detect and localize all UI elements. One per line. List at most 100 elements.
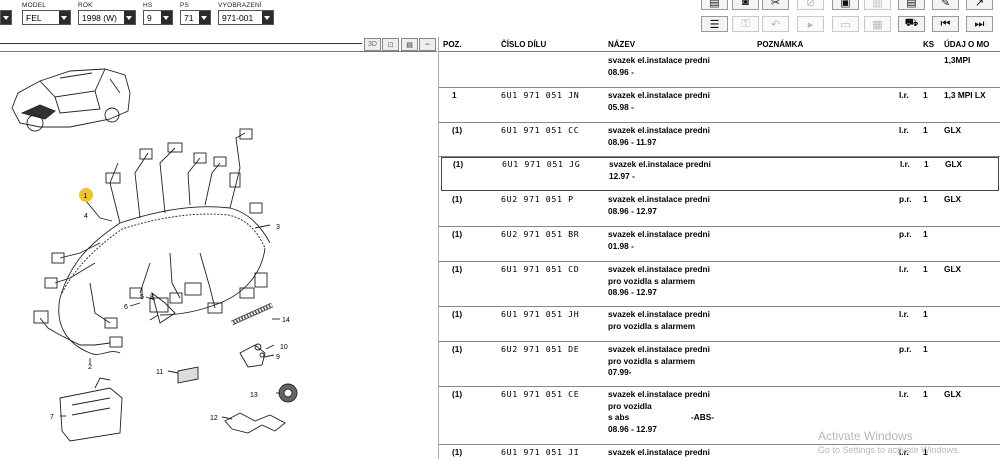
column-data[interactable]: ÚDAJ O MO xyxy=(944,40,989,49)
list-icon[interactable]: ☰ xyxy=(701,16,728,32)
part-number[interactable]: 6U1 971 051 JH xyxy=(501,309,579,319)
table-row[interactable]: (1) 6U2 971 051 DE svazek el.instalace p… xyxy=(439,342,1000,387)
key-icon[interactable]: ⚿ xyxy=(732,16,759,32)
pin-icon[interactable]: ✎ xyxy=(932,0,959,10)
year-selector[interactable]: ROK 1998 (W) xyxy=(78,2,136,25)
link-icon[interactable]: ⊘ xyxy=(797,0,824,10)
chevron-down-icon[interactable] xyxy=(59,11,70,24)
part-validity: 08.96 - 11.97 xyxy=(608,136,657,147)
table-row[interactable]: (1) 6U1 971 051 CD svazek el.instalace p… xyxy=(439,262,1000,307)
part-type: l.r. xyxy=(899,389,909,399)
callout-7: 7 xyxy=(50,414,54,421)
part-name: svazek el.instalace predni xyxy=(609,159,711,169)
part-validity: 08.96 - xyxy=(608,66,634,77)
part-abs-note: -ABS- xyxy=(691,412,715,422)
part-type: l.r. xyxy=(899,90,909,100)
table-row[interactable]: (1) 6U1 971 051 CC svazek el.instalace p… xyxy=(439,123,1000,157)
undo-icon[interactable]: ↶ xyxy=(762,16,789,32)
part-pos: (1) xyxy=(452,125,463,135)
camera-icon[interactable]: ◙ xyxy=(732,0,759,10)
model-selector[interactable]: MODEL FEL xyxy=(22,2,71,25)
table-row[interactable]: svazek el.instalace predni 08.96 - 1,3MPI xyxy=(439,53,1000,88)
callout-1: 1 xyxy=(84,193,88,200)
chevron-down-icon[interactable] xyxy=(124,11,135,24)
table-row-selected[interactable]: (1) 6U1 971 051 JG svazek el.instalace p… xyxy=(441,157,999,191)
menu-dropdown[interactable] xyxy=(0,10,12,25)
table-row[interactable]: (1) 6U2 971 051 P svazek el.instalace pr… xyxy=(439,192,1000,227)
part-name: svazek el.instalace predni xyxy=(608,264,710,274)
callout-14: 14 xyxy=(282,317,290,324)
callout-4: 4 xyxy=(84,213,88,220)
part-data: GLX xyxy=(944,125,962,135)
ps-label: PS xyxy=(180,2,190,9)
screen-icon[interactable]: ▭ xyxy=(832,16,859,32)
first-page-icon[interactable]: ⏮ xyxy=(932,16,959,32)
part-data: 1,3 MPI LX xyxy=(944,90,986,100)
part-data: GLX xyxy=(945,159,963,169)
callout-13: 13 xyxy=(250,392,258,399)
divider xyxy=(0,43,362,44)
part-pos: (1) xyxy=(452,447,463,457)
callout-9: 9 xyxy=(276,354,280,361)
last-page-icon[interactable]: ⏭ xyxy=(966,16,993,32)
part-type: p.r. xyxy=(899,194,912,204)
part-validity: 08.96 - 12.97 xyxy=(608,423,657,434)
part-number[interactable]: 6U2 971 051 DE xyxy=(501,344,579,354)
part-qty: 1 xyxy=(923,90,928,100)
part-number[interactable]: 6U1 971 051 JI xyxy=(501,447,579,457)
part-type: l.r. xyxy=(899,309,909,319)
callout-6: 6 xyxy=(124,304,128,311)
part-number[interactable]: 6U2 971 051 P xyxy=(501,194,574,204)
drawing-value: 971-001 xyxy=(222,12,254,23)
part-qty: 1 xyxy=(923,264,928,274)
chevron-down-icon[interactable] xyxy=(199,11,210,24)
table-row[interactable]: (1) 6U1 971 051 JH svazek el.instalace p… xyxy=(439,307,1000,342)
chevron-down-icon[interactable] xyxy=(161,11,172,24)
view-table-icon[interactable]: ▤ xyxy=(401,38,418,51)
print-icon[interactable]: ▤ xyxy=(701,0,728,10)
part-qty: 1 xyxy=(923,125,928,135)
report-icon[interactable]: ▥ xyxy=(864,0,891,10)
part-type: p.r. xyxy=(899,229,912,239)
view-3d-button[interactable]: 3D xyxy=(364,38,381,51)
part-type: l.r. xyxy=(899,264,909,274)
part-name: svazek el.instalace predni xyxy=(608,447,710,457)
exit-icon[interactable]: ↗ xyxy=(966,0,993,10)
part-data: GLX xyxy=(944,264,962,274)
part-qty: 1 xyxy=(923,344,928,354)
part-pos: (1) xyxy=(452,344,463,354)
part-number[interactable]: 6U1 971 051 CD xyxy=(501,264,579,274)
document-icon[interactable]: ▣ xyxy=(832,0,859,10)
part-number[interactable]: 6U1 971 051 JG xyxy=(502,159,580,169)
part-number[interactable]: 6U1 971 051 CC xyxy=(501,125,579,135)
box-icon[interactable]: ▦ xyxy=(864,16,891,32)
column-pos[interactable]: POZ. xyxy=(443,40,462,49)
part-number[interactable]: 6U1 971 051 JN xyxy=(501,90,579,100)
parts-diagram: 1 2 3 4 5 6 7 8 9 10 11 12 13 14 xyxy=(0,53,437,459)
part-number[interactable]: 6U1 971 051 CE xyxy=(501,389,579,399)
cart-icon[interactable]: ⛟ xyxy=(898,16,925,32)
part-type: l.r. xyxy=(899,125,909,135)
car-icon xyxy=(11,68,131,132)
table-row[interactable]: 1 6U1 971 051 JN svazek el.instalace pre… xyxy=(439,88,1000,123)
table-row[interactable]: (1) 6U2 971 051 BR svazek el.instalace p… xyxy=(439,227,1000,262)
part-variant: pro vozidla xyxy=(608,400,652,411)
hs-selector[interactable]: HS 9 xyxy=(143,2,173,25)
notes-icon[interactable]: ▤ xyxy=(898,0,925,10)
watermark-title: Activate Windows xyxy=(818,429,913,443)
column-note[interactable]: POZNÁMKA xyxy=(757,40,803,49)
part-data: 1,3MPI xyxy=(944,55,971,65)
model-label: MODEL xyxy=(22,2,47,9)
part-number[interactable]: 6U2 971 051 BR xyxy=(501,229,579,239)
column-qty[interactable]: KS xyxy=(923,40,934,49)
ps-selector[interactable]: PS 71 xyxy=(180,2,211,25)
column-name[interactable]: NÁZEV xyxy=(608,40,635,49)
column-part-number[interactable]: ČÍSLO DÍLU xyxy=(501,40,546,49)
part-variant: pro vozidla s alarmem xyxy=(608,275,696,286)
tools-icon[interactable]: ✂ xyxy=(762,0,789,10)
chevron-down-icon[interactable] xyxy=(262,11,273,24)
expand-icon[interactable]: ⇔ xyxy=(419,38,436,51)
view-split-icon[interactable]: ⊡ xyxy=(382,38,399,51)
drawing-selector[interactable]: VYOBRAZENÍ 971-001 xyxy=(218,2,274,25)
next-disabled-icon[interactable]: ▸ xyxy=(797,16,824,32)
